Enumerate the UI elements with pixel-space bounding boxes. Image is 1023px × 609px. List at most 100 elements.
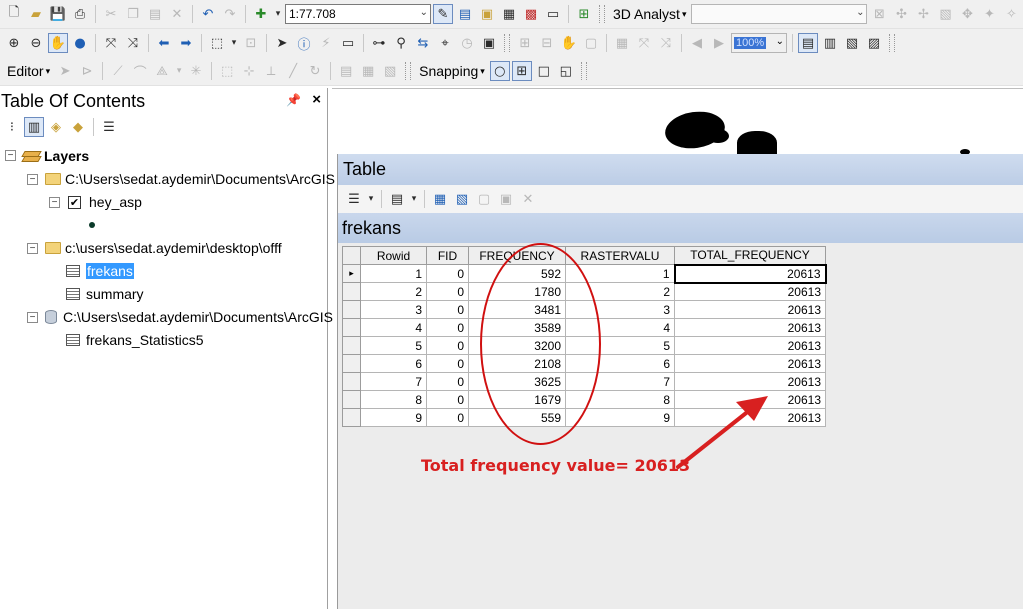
delete-icon[interactable]: ✕ (167, 4, 187, 24)
row-selector[interactable] (342, 372, 361, 391)
table-cell[interactable]: 5 (360, 336, 427, 355)
chevron-down-icon[interactable]: ▾ (229, 33, 239, 53)
toc-workspace-3[interactable]: C:\Users\sedat.aydemir\Documents\ArcGIS (45, 307, 333, 327)
pin-icon[interactable]: 📌 (286, 93, 301, 107)
row-selector[interactable]: ▸ (342, 264, 361, 283)
toc-workspace-1[interactable]: C:\Users\sedat.aydemir\Documents\ArcGIS (45, 169, 335, 189)
python-window-icon[interactable]: ▭ (543, 4, 563, 24)
model-builder-icon[interactable]: ⊞ (574, 4, 594, 24)
arctoolbox-icon[interactable]: ▩ (521, 4, 541, 24)
chevron-down-icon[interactable]: ▾ (174, 61, 184, 81)
chevron-down-icon[interactable]: ▾ (409, 189, 419, 209)
go-back-icon[interactable]: ⬅ (154, 33, 174, 53)
list-by-visibility-icon[interactable]: ◈ (46, 117, 66, 137)
table-cell[interactable]: 0 (426, 336, 469, 355)
table-cell[interactable]: 0 (426, 264, 469, 283)
steepest-path-icon[interactable]: ✣ (891, 4, 911, 24)
table-cell[interactable]: 20613 (674, 318, 826, 337)
cut-polygons-icon[interactable]: ⟂ (261, 61, 281, 81)
layer-visibility-checkbox[interactable]: ✔ (68, 195, 81, 209)
related-tables-icon[interactable]: ▤ (387, 189, 407, 209)
vertex-snapping-icon[interactable]: □ (534, 61, 554, 81)
toolbar-grip[interactable] (504, 34, 510, 52)
row-selector[interactable] (342, 336, 361, 355)
layout-pan-icon[interactable]: ✋ (559, 33, 579, 53)
toggle-draft-mode-icon[interactable]: ▤ (798, 33, 818, 53)
split-tool-icon[interactable]: ╱ (283, 61, 303, 81)
point-icon[interactable]: ✳ (186, 61, 206, 81)
clear-selection-icon[interactable]: ⊡ (241, 33, 261, 53)
select-by-attributes-icon[interactable]: ▦ (430, 189, 450, 209)
toolbar-grip[interactable] (580, 62, 587, 80)
find-route-icon[interactable]: ⇆ (413, 33, 433, 53)
next-layout-extent-icon[interactable]: ▶ (709, 33, 729, 53)
collapse-icon[interactable]: − (49, 197, 60, 208)
fixed-zoom-in-icon[interactable]: ⤧ (101, 33, 121, 53)
straight-segment-icon[interactable]: ⟋ (108, 61, 128, 81)
table-cell[interactable]: 0 (426, 354, 469, 373)
catalog-window-icon[interactable]: ▣ (477, 4, 497, 24)
search-window-icon[interactable]: ▦ (499, 4, 519, 24)
table-cell[interactable]: 0 (426, 372, 469, 391)
collapse-icon[interactable]: − (27, 243, 38, 254)
fixed-zoom-out-icon[interactable]: ⤨ (123, 33, 143, 53)
print-icon[interactable]: ⎙ (70, 4, 90, 24)
table-tab-frekans[interactable]: frekans (338, 213, 1023, 243)
table-cell[interactable]: 0 (426, 318, 469, 337)
row-selector[interactable] (342, 282, 361, 301)
table-cell[interactable]: 20613 (674, 282, 826, 301)
interpolate-line-icon[interactable]: ✦ (979, 4, 999, 24)
snapping-menu[interactable]: Snapping ▾ (416, 63, 488, 79)
line-of-sight-icon[interactable]: ✢ (913, 4, 933, 24)
clear-selection-icon[interactable]: ▢ (474, 189, 494, 209)
open-folder-icon[interactable]: ▰ (26, 4, 46, 24)
collapse-icon[interactable]: − (5, 150, 16, 161)
close-icon[interactable]: × (312, 91, 321, 108)
editor-toolbar-toggle-icon[interactable]: ✎ (433, 4, 453, 24)
toc-table-summary[interactable]: summary (66, 284, 144, 304)
point-snapping-icon[interactable]: ○ (489, 61, 510, 81)
interpolate-polygon-icon[interactable]: ✧ (1001, 4, 1021, 24)
focus-data-frame-icon[interactable]: ▥ (820, 33, 840, 53)
layout-zoom-combo[interactable]: 100% ⌄ (731, 33, 787, 53)
zoom-100-icon[interactable]: ▦ (612, 33, 632, 53)
column-header[interactable]: Rowid (360, 246, 427, 265)
collapse-icon[interactable]: − (27, 174, 38, 185)
new-document-icon[interactable]: 🗋 (4, 4, 24, 24)
table-cell[interactable]: 0 (426, 408, 469, 427)
select-elements-icon[interactable]: ➤ (272, 33, 292, 53)
add-data-icon[interactable]: ✚ (251, 4, 271, 24)
table-cell[interactable]: 20613 (673, 263, 827, 284)
table-cell[interactable]: 4 (360, 318, 427, 337)
column-header[interactable]: TOTAL_FREQUENCY (674, 246, 826, 265)
edge-snapping-icon[interactable]: ◱ (556, 61, 576, 81)
toc-table-frekans[interactable]: frekans (66, 261, 134, 281)
undo-icon[interactable]: ↶ (198, 4, 218, 24)
table-cell[interactable]: 20613 (674, 300, 826, 319)
row-selector[interactable] (342, 408, 361, 427)
options-icon[interactable]: ☰ (99, 117, 119, 137)
table-cell[interactable]: 20613 (674, 354, 826, 373)
chevron-down-icon[interactable]: ▾ (273, 4, 283, 24)
end-snapping-icon[interactable]: ⊞ (511, 61, 532, 81)
previous-layout-extent-icon[interactable]: ◀ (687, 33, 707, 53)
map-scale-combo[interactable]: 1:77.708 ⌄ (285, 4, 431, 24)
sketch-properties-icon[interactable]: ▦ (358, 61, 378, 81)
find-icon[interactable]: ⚲ (391, 33, 411, 53)
row-selector[interactable] (342, 354, 361, 373)
toc-root-layers[interactable]: Layers (22, 146, 89, 166)
change-layout-icon[interactable]: ▧ (842, 33, 862, 53)
list-by-selection-icon[interactable]: ◆ (68, 117, 88, 137)
zoom-to-selected-icon[interactable]: ▣ (496, 189, 516, 209)
zoom-in-icon[interactable]: ⊕ (4, 33, 24, 53)
end-point-arc-icon[interactable]: ⌒ (130, 61, 150, 81)
delete-selected-icon[interactable]: ✕ (518, 189, 538, 209)
html-popup-icon[interactable]: ▭ (338, 33, 358, 53)
data-driven-pages-icon[interactable]: ▨ (864, 33, 884, 53)
toolbar-grip[interactable] (889, 34, 895, 52)
table-options-icon[interactable]: ☰ (344, 189, 364, 209)
profile-graph-icon[interactable]: ▧ (935, 4, 955, 24)
table-cell[interactable]: 0 (426, 282, 469, 301)
map-display[interactable] (332, 88, 1023, 157)
chevron-down-icon[interactable]: ▾ (366, 189, 376, 209)
